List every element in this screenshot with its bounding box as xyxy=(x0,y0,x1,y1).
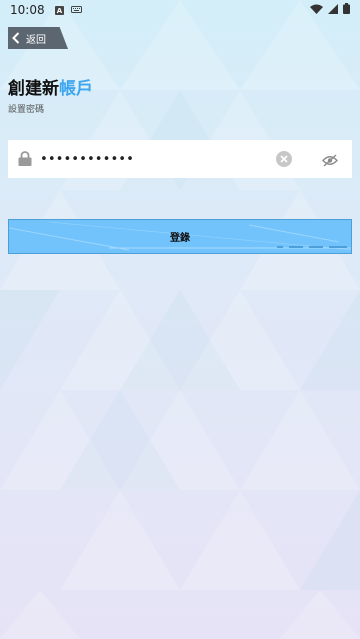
signal-icon xyxy=(328,3,338,17)
chevron-left-icon xyxy=(12,32,20,44)
password-field-row xyxy=(8,140,352,178)
page-subtitle: 設置密碼 xyxy=(8,105,45,115)
svg-text:A: A xyxy=(56,7,62,15)
wifi-icon xyxy=(310,3,323,17)
notification-a-icon: A xyxy=(54,5,64,15)
battery-icon xyxy=(343,3,350,17)
page-title-accent: 帳戶 xyxy=(59,79,93,99)
page-title-main: 創建新 xyxy=(8,79,59,99)
back-button[interactable]: 返回 xyxy=(8,27,68,49)
status-bar: 10:08 A xyxy=(0,0,360,20)
back-label: 返回 xyxy=(26,34,46,46)
status-time: 10:08 xyxy=(10,3,45,17)
login-label: 登錄 xyxy=(170,233,190,244)
toggle-visibility-icon[interactable] xyxy=(322,152,338,171)
page-title: 創建新帳戶 xyxy=(8,74,93,99)
clear-input-icon[interactable] xyxy=(276,151,292,171)
password-input[interactable] xyxy=(40,149,260,169)
lock-icon xyxy=(18,151,32,170)
keyboard-icon xyxy=(70,6,82,14)
login-button[interactable]: 登錄 xyxy=(8,219,352,254)
